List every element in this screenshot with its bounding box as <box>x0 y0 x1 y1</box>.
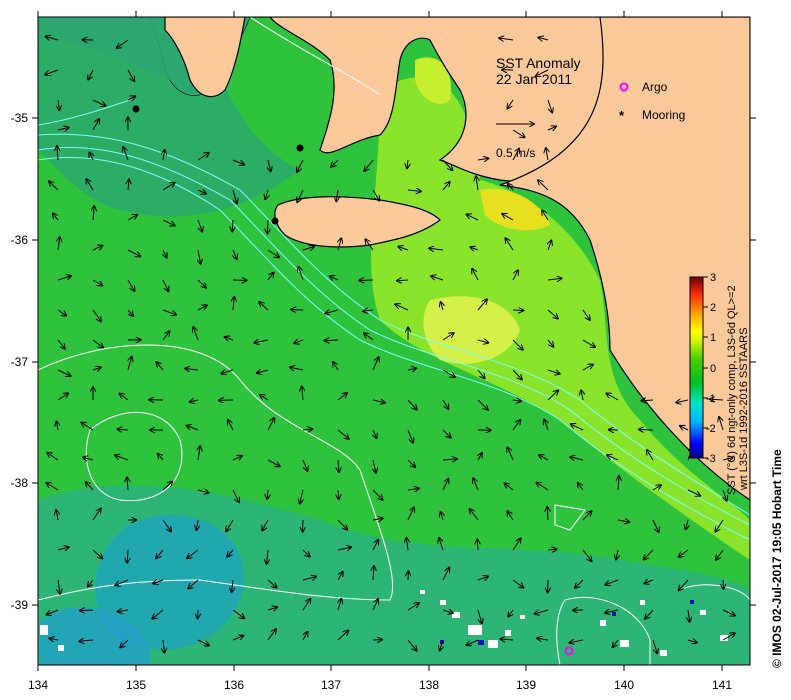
current-vector <box>512 310 523 311</box>
x-tick-label: 137 <box>321 678 341 692</box>
x-tick-label: 135 <box>126 678 146 692</box>
y-tick-label: -38 <box>11 476 29 490</box>
colorbar-title-2: wrt L3S-1d 1992-2016 SSTAARS <box>738 328 750 491</box>
colorbar-tick: 2 <box>710 302 716 314</box>
current-vector <box>338 489 339 499</box>
y-tick-labels: -35 -36 -37 -38 -39 <box>11 111 29 612</box>
x-tick-label: 136 <box>224 678 244 692</box>
x-tick-label: 139 <box>516 678 536 692</box>
credit-text: © IMOS 02-Jul-2017 19:05 Hobart Time <box>770 449 784 668</box>
current-vector <box>325 340 339 341</box>
mooring-marker <box>271 217 279 225</box>
map-date: 22 Jan 2011 <box>496 71 572 87</box>
y-tick-label: -39 <box>11 598 29 612</box>
colorbar <box>689 276 704 459</box>
current-vector <box>359 280 374 281</box>
x-tick-label: 141 <box>712 678 732 692</box>
current-vector <box>232 219 233 231</box>
current-vector <box>80 610 94 611</box>
sst-map-figure: 134 135 136 137 138 139 140 141 -35 -36 … <box>11 11 784 692</box>
colorbar-tick: -1 <box>706 393 716 405</box>
current-vector <box>477 540 478 551</box>
x-tick-label: 134 <box>28 678 48 692</box>
current-vector <box>723 579 724 589</box>
current-vector <box>267 219 268 234</box>
colorbar-tick: 1 <box>710 332 716 344</box>
map-title: SST Anomaly <box>496 55 581 71</box>
current-vector <box>291 310 304 311</box>
y-tick-label: -35 <box>11 111 29 125</box>
colorbar-tick: -2 <box>706 423 716 435</box>
y-tick-label: -36 <box>11 233 29 247</box>
colorbar-tick: -3 <box>706 453 716 465</box>
colorbar-tick: 3 <box>710 272 716 284</box>
colorbar-title-1: SST (°C) 6d ngt-only comp, L3S-6d QL>=2 <box>726 285 738 495</box>
mooring-marker <box>132 105 140 113</box>
current-vector <box>547 549 557 550</box>
y-tick-label: -37 <box>11 355 29 369</box>
x-tick-label: 138 <box>419 678 439 692</box>
colorbar-tick: 0 <box>710 363 716 375</box>
vector-scale-label: 0.5 m/s <box>496 146 535 160</box>
x-tick-labels: 134 135 136 137 138 139 140 141 <box>28 678 732 692</box>
mooring-legend-label: Mooring <box>642 108 685 122</box>
argo-legend-label: Argo <box>642 80 668 94</box>
mooring-marker <box>296 144 304 152</box>
current-vector <box>641 400 654 401</box>
x-tick-label: 140 <box>614 678 634 692</box>
current-vector <box>639 430 654 431</box>
